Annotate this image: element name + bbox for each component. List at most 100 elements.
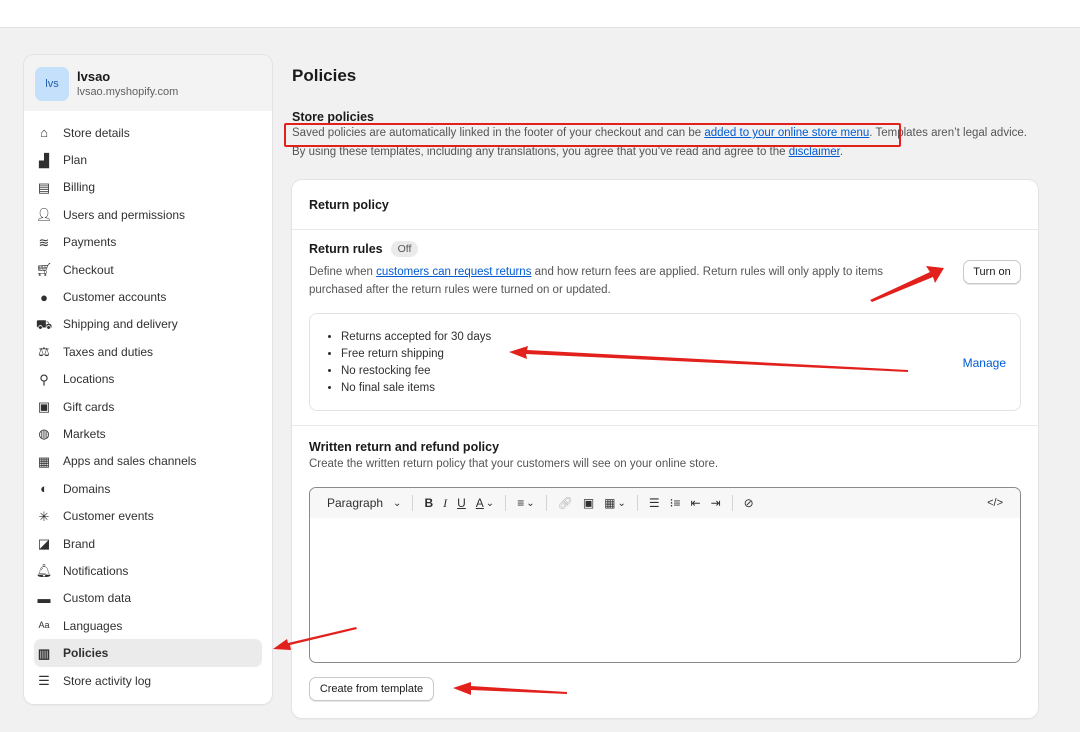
bullet-list-icon[interactable]: ☰ [644, 488, 665, 518]
store-name: lvsao [77, 69, 111, 84]
sidebar-item-markets[interactable]: ◍ Markets [34, 420, 262, 447]
bold-button[interactable]: B [419, 488, 438, 518]
outdent-icon[interactable]: ⇤ [686, 488, 706, 518]
sidebar-item-store-details[interactable]: ⌂ Store details [34, 119, 262, 146]
custom-data-icon: ▬ [37, 590, 51, 606]
sidebar-item-locations[interactable]: ⚲ Locations [34, 366, 262, 393]
written-policy-title: Written return and refund policy [309, 440, 500, 454]
sidebar-item-apps-and-sales-channels[interactable]: ▦ Apps and sales channels [34, 448, 262, 475]
editor-toolbar: Paragraph ⌄ B I U A ⌄ ≡ ⌄ 🔗︎ ▣ ▦ ⌄ ☰ ⁝≡ ⇤ ⇥ … [310, 488, 1020, 518]
paragraph-format-select[interactable]: Paragraph ⌄ [322, 488, 406, 518]
chevron-down-icon: ⌄ [393, 497, 402, 509]
sidebar-item-label: Brand [63, 536, 96, 551]
return-rules-description: Define when customers can request return… [309, 263, 909, 299]
request-returns-link[interactable]: customers can request returns [376, 266, 531, 278]
domains-icon: ◐ [40, 481, 48, 497]
create-from-template-button[interactable]: Create from template [309, 677, 434, 701]
person-icon: ● [40, 289, 48, 305]
chevron-down-icon: ⌄ [485, 497, 495, 509]
return-rule-item: Free return shipping [341, 346, 491, 363]
link-icon[interactable]: 🔗︎ [553, 488, 578, 518]
return-rules-title: Return rules [309, 242, 383, 256]
globe-icon: ◍ [38, 426, 50, 442]
sidebar-item-languages[interactable]: Aa Languages [34, 612, 262, 639]
sidebar-item-label: Custom data [63, 591, 132, 606]
sidebar-item-label: Plan [63, 153, 88, 168]
sidebar-item-notifications[interactable]: 🔔︎ Notifications [34, 557, 262, 584]
sidebar-item-gift-cards[interactable]: ▣ Gift cards [34, 393, 262, 420]
language-icon: Aa [38, 620, 50, 631]
sidebar-item-shipping-and-delivery[interactable]: ⛟ Shipping and delivery [34, 311, 262, 338]
sidebar-item-billing[interactable]: ▤ Billing [34, 174, 262, 201]
sidebar-item-label: Policies [63, 646, 109, 661]
text-color-button[interactable]: A ⌄ [471, 488, 499, 518]
location-icon: ⚲ [39, 371, 49, 387]
settings-sidebar: lvs lvsao lvsao.myshopify.com ⌂ Store det… [24, 55, 272, 704]
paragraph-label: Paragraph [327, 496, 384, 510]
return-rules-section: Return rules Off Define when customers c… [292, 230, 1038, 299]
payments-icon: ≋ [38, 234, 50, 250]
store-icon: ⌂ [40, 125, 48, 141]
sidebar-item-brand[interactable]: ◪ Brand [34, 530, 262, 557]
toolbar-separator [505, 495, 507, 511]
truck-icon: ⛟ [35, 316, 53, 332]
cart-icon: 🛒︎ [35, 262, 53, 278]
return-rules-summary: Returns accepted for 30 daysFree return … [309, 313, 1021, 411]
sidebar-item-label: Taxes and duties [63, 344, 154, 359]
sidebar-item-taxes-and-duties[interactable]: ⚖︎ Taxes and duties [34, 338, 262, 365]
sidebar-item-customer-events[interactable]: ✳︎ Customer events [34, 502, 262, 529]
return-policy-title: Return policy [292, 180, 1038, 230]
return-policy-card: Return policy Return rules Off Define wh… [292, 180, 1038, 718]
toolbar-separator [412, 495, 414, 511]
table-button[interactable]: ▦ ⌄ [599, 488, 631, 518]
align-button[interactable]: ≡ ⌄ [512, 488, 539, 518]
sidebar-item-label: Languages [63, 618, 123, 633]
numbered-list-icon[interactable]: ⁝≡ [665, 488, 686, 518]
insert-image-icon[interactable]: ▣ [578, 488, 599, 518]
align-icon: ≡ [517, 496, 525, 510]
list-icon: ☰ [38, 673, 50, 688]
brand-icon: ◪ [37, 536, 51, 552]
sidebar-item-policies[interactable]: ▥ Policies [34, 639, 262, 667]
clear-format-icon[interactable]: ⊘ [739, 488, 759, 518]
disclaimer-link[interactable]: disclaimer [789, 146, 840, 158]
policies-icon: ▥ [37, 645, 51, 661]
sidebar-item-label: Users and permissions [63, 207, 186, 222]
text-color-icon: A [475, 496, 484, 510]
sidebar-item-label: Gift cards [63, 399, 115, 414]
sidebar-item-label: Domains [63, 481, 111, 496]
return-rules-list: Returns accepted for 30 daysFree return … [330, 329, 491, 397]
chevron-down-icon: ⌄ [526, 497, 535, 509]
sidebar-item-payments[interactable]: ≋ Payments [34, 229, 262, 256]
page-title: Policies [292, 66, 357, 85]
toolbar-separator [636, 495, 638, 511]
sidebar-item-custom-data[interactable]: ▬ Custom data [34, 585, 262, 612]
manage-link[interactable]: Manage [963, 356, 1006, 370]
bell-icon: 🔔︎ [35, 563, 53, 579]
chevron-down-icon: ⌄ [617, 497, 626, 509]
sidebar-item-label: Apps and sales channels [63, 454, 197, 469]
store-header[interactable]: lvs lvsao lvsao.myshopify.com [24, 55, 272, 111]
indent-icon[interactable]: ⇥ [706, 488, 726, 518]
status-badge: Off [390, 241, 419, 257]
toolbar-separator [545, 495, 547, 511]
sidebar-item-checkout[interactable]: 🛒︎ Checkout [34, 256, 262, 283]
code-view-button[interactable]: </> [982, 488, 1008, 518]
sidebar-item-users-and-permissions[interactable]: 👤︎ Users and permissions [34, 201, 262, 228]
sidebar-item-plan[interactable]: ▟ Plan [34, 146, 262, 173]
divider [292, 425, 1038, 426]
policy-rich-text-editor[interactable]: Paragraph ⌄ B I U A ⌄ ≡ ⌄ 🔗︎ ▣ ▦ ⌄ ☰ ⁝≡ ⇤ ⇥ … [309, 487, 1021, 663]
turn-on-button[interactable]: Turn on [963, 260, 1021, 284]
table-icon: ▦ [604, 496, 616, 510]
sidebar-item-label: Store activity log [63, 673, 152, 688]
underline-button[interactable]: U [452, 488, 471, 518]
annotation-highlight-box [284, 123, 901, 147]
billing-icon: ▤ [37, 179, 51, 195]
sidebar-item-domains[interactable]: ◐ Domains [34, 475, 262, 502]
sidebar-item-store-activity-log[interactable]: ☰ Store activity log [34, 667, 262, 694]
sidebar-item-customer-accounts[interactable]: ● Customer accounts [34, 283, 262, 310]
sidebar-item-label: Shipping and delivery [63, 317, 178, 332]
return-rule-item: No restocking fee [341, 363, 491, 380]
italic-button[interactable]: I [438, 488, 452, 518]
toolbar-separator [731, 495, 733, 511]
